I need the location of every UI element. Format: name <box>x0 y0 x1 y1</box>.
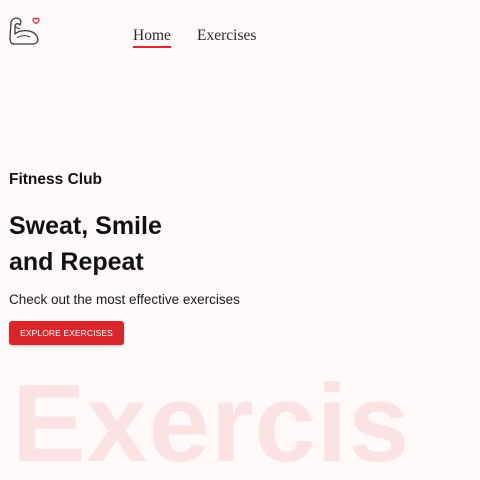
hero-headline-line-1: Sweat, Smile <box>9 212 162 240</box>
explore-exercises-button[interactable]: EXPLORE EXERCISES <box>9 321 124 345</box>
nav-link-exercises[interactable]: Exercises <box>197 27 256 45</box>
flexed-arm-heart-icon[interactable] <box>8 14 42 46</box>
hero-subtitle: Check out the most effective exercises <box>9 292 240 307</box>
hero-headline-line-2: and Repeat <box>9 248 144 276</box>
hero-eyebrow: Fitness Club <box>9 171 103 188</box>
hero-headline: Sweat, Smile and Repeat <box>9 208 269 280</box>
nav-link-home[interactable]: Home <box>133 27 171 48</box>
exercises-watermark: Exercis <box>12 362 411 480</box>
